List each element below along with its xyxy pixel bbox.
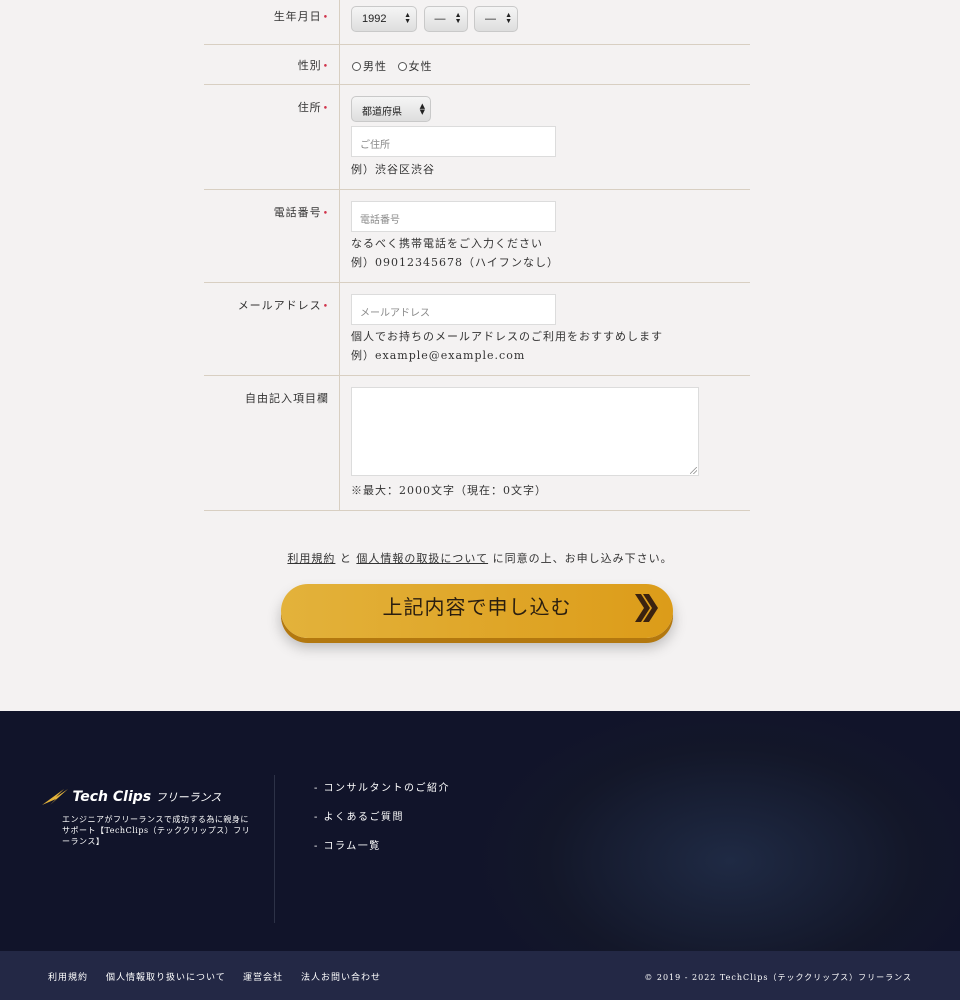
- phone-row: 電話番号• 電話番号 なるべく携帯電話をご入力ください 例）0901234567…: [204, 190, 750, 283]
- phone-example: 例）09012345678（ハイフンなし）: [351, 256, 559, 269]
- gender-row: 性別• 男性 女性: [204, 45, 750, 85]
- copyright: © 2019 - 2022 TechClips（テッククリップス）フリーランス: [644, 973, 912, 982]
- terms-link[interactable]: 利用規約: [287, 552, 335, 565]
- footer-description: エンジニアがフリーランスで成功する為に親身にサポート【TechClips（テック…: [62, 815, 251, 846]
- birth-month-select[interactable]: — ▲ ▼: [423, 6, 468, 32]
- footer-link-faq[interactable]: - よくあるご質問: [314, 808, 450, 823]
- phone-label: 電話番号•: [204, 190, 340, 282]
- required-mark: •: [322, 62, 329, 72]
- required-mark: •: [322, 209, 329, 219]
- char-counter: ※最大：2000文字（現在：0文字）: [351, 484, 547, 497]
- email-row: メールアドレス• メールアドレス 個人でお持ちのメールアドレスのご利用をおすすめ…: [204, 283, 750, 376]
- male-label[interactable]: 男性: [363, 60, 387, 73]
- application-form: 生年月日• 1992 ▲ ▼ — ▲ ▼ — ▲ ▼ 性別• 男性 女性 住所• 都道府県 ▲…: [204, 0, 750, 511]
- bottom-link-privacy[interactable]: 個人情報取り扱いについて: [106, 970, 226, 983]
- select-arrows-icon: ▲ ▼: [419, 102, 425, 116]
- agreement-text: 利用規約 と 個人情報の取扱について に同意の上、お申し込み下さい。: [287, 552, 673, 565]
- required-mark: •: [322, 13, 329, 23]
- select-arrows-icon: ▲ ▼: [404, 12, 411, 25]
- email-input[interactable]: メールアドレス: [351, 294, 556, 325]
- male-radio[interactable]: [352, 62, 361, 71]
- birth-day-select[interactable]: — ▲ ▼: [474, 6, 518, 32]
- required-mark: •: [322, 302, 329, 312]
- privacy-link[interactable]: 個人情報の取扱について: [356, 552, 488, 565]
- email-note: 個人でお持ちのメールアドレスのご利用をおすすめします: [351, 330, 663, 343]
- submit-button[interactable]: 上記内容で申し込む: [281, 584, 673, 638]
- bottom-link-terms[interactable]: 利用規約: [48, 970, 88, 983]
- address-example: 例）渋谷区渋谷: [351, 163, 435, 176]
- footer-nav: - コンサルタントのご紹介 - よくあるご質問 - コラム一覧: [314, 779, 450, 866]
- gender-label: 性別•: [204, 45, 340, 84]
- birth-year-select[interactable]: 1992 ▲ ▼: [351, 6, 417, 32]
- email-label: メールアドレス•: [204, 283, 340, 375]
- free-text-area[interactable]: [351, 387, 699, 476]
- birthday-row: 生年月日• 1992 ▲ ▼ — ▲ ▼ — ▲ ▼: [204, 0, 750, 45]
- bottom-link-corporate-contact[interactable]: 法人お問い合わせ: [301, 970, 381, 983]
- logo-mark-icon: [42, 789, 68, 805]
- footer-link-column[interactable]: - コラム一覧: [314, 837, 450, 852]
- prefecture-select[interactable]: 都道府県 ▲ ▼: [351, 96, 431, 122]
- required-mark: •: [322, 104, 329, 114]
- footer: Tech Clips フリーランス エンジニアがフリーランスで成功する為に親身に…: [0, 711, 960, 951]
- address-input[interactable]: ご住所: [351, 126, 556, 157]
- female-radio[interactable]: [397, 62, 407, 71]
- bottom-bar: 利用規約 個人情報取り扱いについて 運営会社 法人お問い合わせ © 2019 -…: [0, 951, 960, 1000]
- footer-divider: [274, 775, 275, 923]
- address-label: 住所•: [204, 85, 340, 189]
- resize-grip-icon[interactable]: [690, 467, 697, 474]
- phone-note: なるべく携帯電話をご入力ください: [351, 237, 543, 250]
- double-chevron-right-icon: [635, 594, 658, 622]
- techclips-logo[interactable]: Tech Clips フリーランス: [42, 789, 221, 805]
- free-text-row: 自由記入項目欄 ※最大：2000文字（現在：0文字）: [204, 376, 750, 511]
- bottom-link-company[interactable]: 運営会社: [243, 970, 283, 983]
- free-text-label: 自由記入項目欄: [204, 376, 340, 510]
- footer-link-consultant[interactable]: - コンサルタントのご紹介: [314, 779, 450, 794]
- select-arrows-icon: ▲ ▼: [505, 12, 512, 25]
- female-label[interactable]: 女性: [409, 60, 433, 73]
- email-example: 例）example@example.com: [351, 349, 526, 362]
- phone-input[interactable]: 電話番号: [351, 201, 556, 232]
- select-arrows-icon: ▲ ▼: [454, 12, 462, 25]
- address-row: 住所• 都道府県 ▲ ▼ ご住所 例）渋谷区渋谷: [204, 85, 750, 190]
- birthday-label: 生年月日•: [204, 0, 340, 44]
